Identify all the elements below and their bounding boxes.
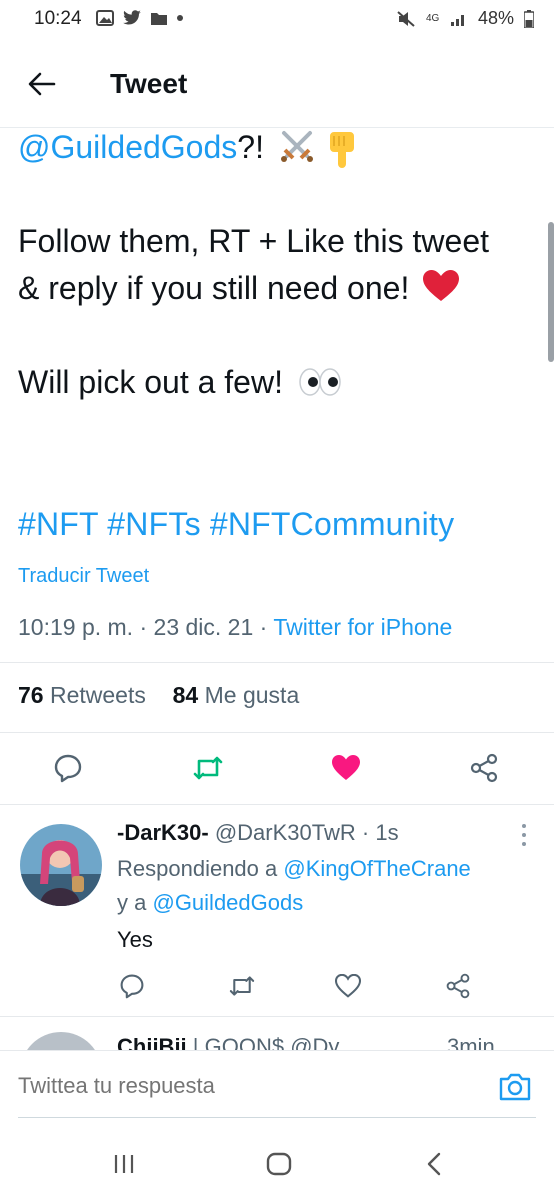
mention-link[interactable]: @GuildedGods xyxy=(18,129,237,165)
camera-icon xyxy=(499,1073,531,1101)
mute-icon xyxy=(397,10,415,27)
reply-icon xyxy=(54,754,82,783)
arrow-left-icon xyxy=(28,72,56,96)
reply-input[interactable] xyxy=(18,1073,458,1099)
pointing-down-icon xyxy=(329,132,354,168)
retweet-icon xyxy=(229,976,255,996)
reply-author-handle[interactable]: @DarK30TwR xyxy=(215,820,356,845)
page-title: Tweet xyxy=(110,68,188,99)
reply-compose-bar xyxy=(0,1050,554,1122)
tweet-actions xyxy=(0,742,554,792)
chevron-left-icon xyxy=(427,1152,441,1176)
top-app-bar: Tweet xyxy=(0,40,554,128)
divider xyxy=(0,732,554,733)
reply-like-button[interactable] xyxy=(330,968,366,1004)
tweet-stats: 76 Retweets 84 Me gusta xyxy=(18,682,299,709)
tweet-meta: 10:19 p. m. · 23 dic. 21 · Twitter for i… xyxy=(18,614,453,640)
share-icon xyxy=(446,973,470,999)
home-icon xyxy=(266,1152,292,1176)
home-button[interactable] xyxy=(259,1148,299,1180)
gallery-icon xyxy=(96,10,114,26)
tweet-source-link[interactable]: Twitter for iPhone xyxy=(273,614,452,640)
reply-retweet-button[interactable] xyxy=(224,968,260,1004)
divider xyxy=(0,804,554,805)
hashtags[interactable]: #NFT #NFTs #NFTCommunity xyxy=(18,506,454,543)
reply-header: ChiiBii | GOON$ @Dy... 3min xyxy=(117,1034,495,1050)
tweet-date: 23 dic. 21 xyxy=(153,614,254,640)
avatar[interactable] xyxy=(20,824,102,906)
crossed-swords-icon xyxy=(280,131,313,162)
scrollbar[interactable] xyxy=(548,222,554,362)
recent-apps-button[interactable] xyxy=(104,1148,144,1180)
divider xyxy=(0,662,554,663)
reply-actions xyxy=(0,968,554,1008)
retweets-stat[interactable]: 76 Retweets xyxy=(18,682,146,708)
retweet-button[interactable] xyxy=(190,750,226,786)
tweet-line-3: Will pick out a few! xyxy=(18,359,538,406)
twitter-notification-icon xyxy=(123,10,141,25)
tweet-text: @GuildedGods?! Follow them, RT + Like th… xyxy=(18,124,538,406)
mention-link[interactable]: @KingOfTheCrane xyxy=(283,856,470,881)
reply-time: · 1s xyxy=(361,820,399,845)
reply-reply-button[interactable] xyxy=(114,968,150,1004)
share-icon xyxy=(470,753,498,783)
back-nav-button[interactable] xyxy=(414,1148,454,1180)
heart-filled-icon xyxy=(332,755,360,780)
recent-apps-icon xyxy=(114,1155,134,1173)
eyes-icon xyxy=(299,368,341,396)
reply-item[interactable]: -DarK30- @DarK30TwR · 1s Respondiendo a … xyxy=(0,806,554,1016)
reply-icon xyxy=(120,974,144,999)
tweet-line-2: Follow them, RT + Like this tweet & repl… xyxy=(18,223,490,306)
divider xyxy=(0,1016,554,1017)
folder-icon xyxy=(151,12,167,25)
more-options-button[interactable] xyxy=(520,822,528,848)
like-button[interactable] xyxy=(328,750,364,786)
add-photo-button[interactable] xyxy=(498,1071,532,1105)
battery-percent: 48% xyxy=(477,8,514,28)
system-navigation-bar xyxy=(0,1126,554,1200)
reply-author-name[interactable]: -DarK30- xyxy=(117,820,209,845)
avatar[interactable] xyxy=(20,1032,102,1050)
tweet-time: 10:19 p. m. xyxy=(18,614,134,640)
replying-to: Respondiendo a @KingOfTheCrane y a @Guil… xyxy=(117,856,471,915)
red-heart-icon xyxy=(423,270,460,301)
share-button[interactable] xyxy=(466,750,502,786)
back-button[interactable] xyxy=(24,66,60,102)
reply-button[interactable] xyxy=(50,750,86,786)
status-bar: 10:24 4G 48% xyxy=(0,0,554,40)
mention-link[interactable]: @GuildedGods xyxy=(152,890,303,915)
signal-icon xyxy=(450,14,464,26)
more-vertical-icon xyxy=(522,824,526,846)
reply-header: -DarK30- @DarK30TwR · 1s xyxy=(117,820,399,846)
retweet-icon xyxy=(193,756,223,780)
tweet-line-1: @GuildedGods?! xyxy=(18,124,538,171)
dot-icon xyxy=(177,15,183,21)
battery-icon xyxy=(524,9,534,28)
reply-text: Yes xyxy=(117,927,153,952)
translate-tweet-link[interactable]: Traducir Tweet xyxy=(18,565,149,588)
reply-item[interactable]: ChiiBii | GOON$ @Dy... 3min xyxy=(0,1018,554,1050)
network-type: 4G xyxy=(425,12,440,24)
status-time: 10:24 xyxy=(34,8,82,29)
reply-share-button[interactable] xyxy=(440,968,476,1004)
avatar-image xyxy=(20,824,102,906)
heart-outline-icon xyxy=(335,974,361,998)
likes-stat[interactable]: 84 Me gusta xyxy=(173,682,300,708)
